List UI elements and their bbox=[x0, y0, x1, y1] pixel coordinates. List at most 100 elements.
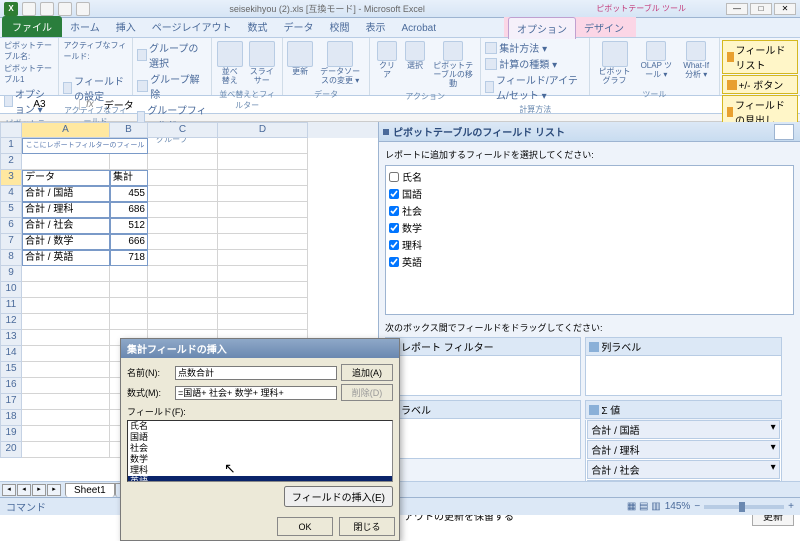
dialog-field-item[interactable]: 英語 bbox=[128, 476, 392, 482]
zoom-in[interactable]: + bbox=[788, 501, 794, 512]
cell[interactable] bbox=[22, 266, 110, 282]
cell[interactable] bbox=[22, 314, 110, 330]
cell[interactable] bbox=[148, 234, 218, 250]
cell[interactable] bbox=[148, 250, 218, 266]
cell[interactable] bbox=[110, 154, 148, 170]
row-header[interactable]: 14 bbox=[0, 346, 22, 362]
tab-data[interactable]: データ bbox=[276, 16, 322, 37]
row-header[interactable]: 9 bbox=[0, 266, 22, 282]
cell[interactable]: 集計 bbox=[110, 170, 148, 186]
row-header[interactable]: 17 bbox=[0, 394, 22, 410]
area-report-filter[interactable]: レポート フィルター bbox=[385, 337, 581, 396]
cell[interactable] bbox=[22, 282, 110, 298]
row-header[interactable]: 19 bbox=[0, 426, 22, 442]
view-buttons[interactable]: ▦ ▤ ▥ bbox=[627, 501, 661, 512]
field-item[interactable]: 理科 bbox=[388, 236, 791, 253]
value-field-entry[interactable]: 合計 / 社会▾ bbox=[587, 460, 779, 479]
clear-button[interactable]: クリア bbox=[374, 40, 400, 81]
col-header-b[interactable]: B bbox=[110, 122, 148, 138]
value-field-entry[interactable]: 合計 / 理科▾ bbox=[587, 440, 779, 459]
fx-icon[interactable]: fx bbox=[80, 99, 100, 110]
cell[interactable] bbox=[218, 170, 308, 186]
olap-button[interactable]: OLAP ツール ▾ bbox=[637, 40, 676, 81]
row-header[interactable]: 5 bbox=[0, 202, 22, 218]
cell[interactable] bbox=[22, 346, 110, 362]
tab-acrobat[interactable]: Acrobat bbox=[394, 20, 444, 37]
select-all-corner[interactable] bbox=[0, 122, 22, 138]
cell[interactable]: 455 bbox=[110, 186, 148, 202]
tab-option[interactable]: オプション bbox=[508, 17, 576, 39]
show-as[interactable]: 計算の種類 ▾ bbox=[485, 56, 585, 71]
tab-formula[interactable]: 数式 bbox=[240, 16, 276, 37]
row-header[interactable]: 10 bbox=[0, 282, 22, 298]
cell[interactable] bbox=[218, 202, 308, 218]
cell[interactable] bbox=[22, 442, 110, 458]
cell[interactable] bbox=[218, 138, 308, 154]
cell[interactable] bbox=[218, 186, 308, 202]
cell[interactable] bbox=[110, 314, 148, 330]
cell[interactable]: 686 bbox=[110, 202, 148, 218]
col-header-d[interactable]: D bbox=[218, 122, 308, 138]
value-field-entry[interactable]: 合計 / 国語▾ bbox=[587, 420, 779, 439]
cell[interactable] bbox=[218, 298, 308, 314]
cell[interactable] bbox=[218, 314, 308, 330]
sheet-tab-1[interactable]: Sheet1 bbox=[65, 483, 115, 497]
zoom-level[interactable]: 145% bbox=[665, 501, 691, 512]
cell[interactable]: 合計 / 国語 bbox=[22, 186, 110, 202]
fields-listbox[interactable]: 氏名国語社会数学理科英語 bbox=[127, 420, 393, 482]
row-header[interactable]: 2 bbox=[0, 154, 22, 170]
cell[interactable] bbox=[148, 170, 218, 186]
cell[interactable] bbox=[22, 426, 110, 442]
col-header-c[interactable]: C bbox=[148, 122, 218, 138]
row-header[interactable]: 16 bbox=[0, 378, 22, 394]
row-header[interactable]: 6 bbox=[0, 218, 22, 234]
field-item[interactable]: 英語 bbox=[388, 253, 791, 270]
field-list[interactable]: 氏名国語社会数学理科英語 bbox=[385, 165, 794, 315]
row-header[interactable]: 3 bbox=[0, 170, 22, 186]
dialog-title[interactable]: 集計フィールドの挿入 bbox=[121, 339, 399, 358]
name-box[interactable]: A3 bbox=[0, 99, 80, 110]
summarize-by[interactable]: 集計方法 ▾ bbox=[485, 40, 585, 55]
cell[interactable] bbox=[218, 218, 308, 234]
row-header[interactable]: 7 bbox=[0, 234, 22, 250]
add-button[interactable]: 追加(A) bbox=[341, 364, 393, 381]
row-header[interactable]: 1 bbox=[0, 138, 22, 154]
cell[interactable] bbox=[110, 266, 148, 282]
tab-review[interactable]: 校閲 bbox=[322, 16, 358, 37]
whatif-button[interactable]: What-If 分析 ▾ bbox=[678, 40, 715, 81]
row-header[interactable]: 13 bbox=[0, 330, 22, 346]
select-button[interactable]: 選択 bbox=[402, 40, 428, 72]
cell[interactable] bbox=[110, 298, 148, 314]
row-header[interactable]: 4 bbox=[0, 186, 22, 202]
row-header[interactable]: 8 bbox=[0, 250, 22, 266]
tab-design[interactable]: デザイン bbox=[576, 17, 632, 39]
name-input[interactable] bbox=[175, 366, 337, 380]
cell[interactable]: 512 bbox=[110, 218, 148, 234]
file-tab[interactable]: ファイル bbox=[2, 16, 62, 37]
area-column-labels[interactable]: 列ラベル bbox=[585, 337, 781, 396]
cell[interactable]: 666 bbox=[110, 234, 148, 250]
tab-insert[interactable]: 挿入 bbox=[108, 16, 144, 37]
field-item[interactable]: 社会 bbox=[388, 202, 791, 219]
dialog-field-item[interactable]: 理科 bbox=[128, 465, 392, 476]
cell[interactable] bbox=[218, 234, 308, 250]
field-item[interactable]: 数学 bbox=[388, 219, 791, 236]
tab-home[interactable]: ホーム bbox=[62, 16, 108, 37]
cell[interactable] bbox=[22, 362, 110, 378]
dialog-field-item[interactable]: 社会 bbox=[128, 443, 392, 454]
field-item[interactable]: 国語 bbox=[388, 185, 791, 202]
row-header[interactable]: 20 bbox=[0, 442, 22, 458]
cell[interactable] bbox=[148, 298, 218, 314]
cell[interactable] bbox=[110, 282, 148, 298]
zoom-slider[interactable] bbox=[704, 505, 784, 509]
cell[interactable] bbox=[148, 154, 218, 170]
cell[interactable]: ここにレポートフィルターのフィールドをドラッグします bbox=[22, 138, 148, 154]
cell[interactable] bbox=[148, 314, 218, 330]
cell[interactable] bbox=[148, 138, 218, 154]
cell[interactable]: 718 bbox=[110, 250, 148, 266]
slicer-button[interactable]: スライサー bbox=[245, 40, 278, 87]
insert-field-button[interactable]: フィールドの挿入(E) bbox=[284, 486, 393, 507]
cell[interactable]: データ bbox=[22, 170, 110, 186]
zoom-out[interactable]: − bbox=[694, 501, 700, 512]
plusminus-toggle[interactable]: +/- ボタン bbox=[722, 75, 798, 94]
